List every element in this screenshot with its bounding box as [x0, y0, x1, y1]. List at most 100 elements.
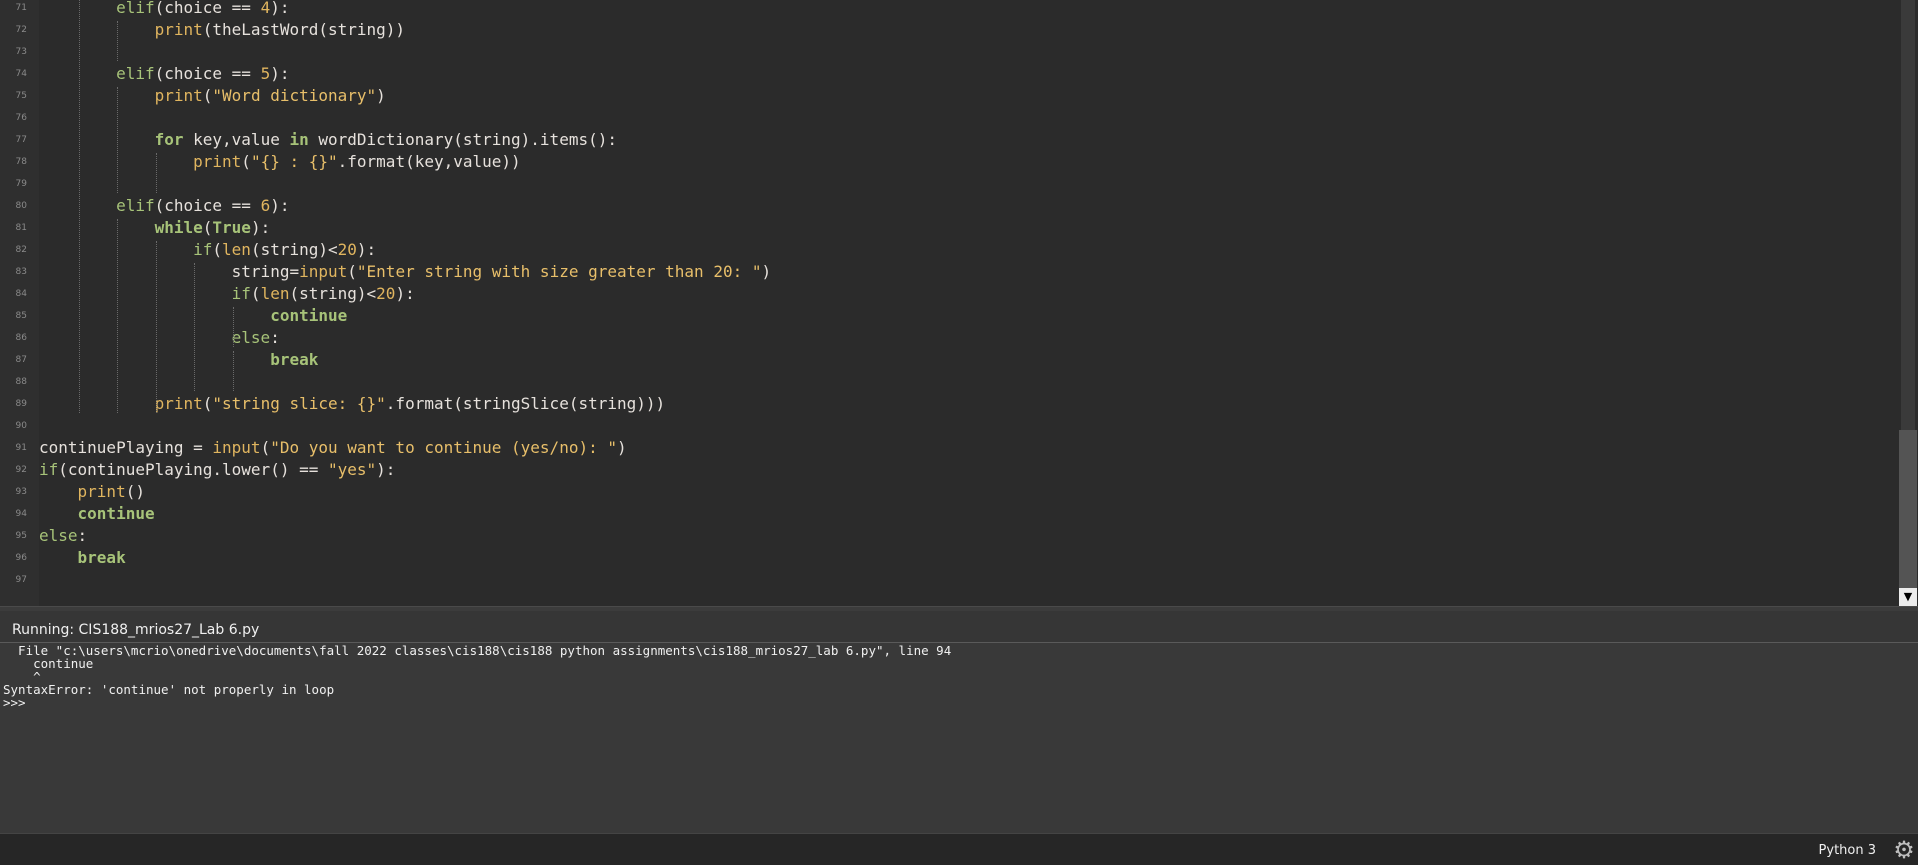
shell-output[interactable]: File "c:\users\mcrio\onedrive\documents\… [0, 643, 1918, 833]
code-line[interactable]: 81 while(True): [0, 217, 1898, 239]
code-token: else [231, 328, 271, 347]
code-line[interactable]: 88 [0, 371, 1898, 393]
code-token: (string)< [250, 240, 338, 259]
code-line[interactable]: 87 break [0, 349, 1898, 371]
code-token: break [77, 548, 126, 567]
code-token: len [260, 284, 290, 303]
gear-icon[interactable]: ⚙ [1892, 838, 1916, 862]
code-line[interactable]: 93 print() [0, 481, 1898, 503]
code-line[interactable]: 95 else: [0, 525, 1898, 547]
code-token: ( [202, 394, 213, 413]
code-token: ( [260, 438, 271, 457]
code-token: 20 [376, 284, 396, 303]
code-line[interactable]: 90 [0, 415, 1898, 437]
code-token: ( [250, 284, 261, 303]
code-text: continue [39, 503, 155, 525]
code-token: ): [270, 196, 290, 215]
scrollbar-thumb[interactable] [1899, 430, 1917, 588]
code-token: print [77, 482, 126, 501]
line-number: 89 [15, 399, 27, 409]
code-text: print("string slice: {}".format(stringSl… [39, 393, 666, 415]
code-token: (continuePlaying.lower() == [58, 460, 328, 479]
code-text: if(continuePlaying.lower() == "yes"): [39, 459, 395, 481]
code-line[interactable]: 84 if(len(string)<20): [0, 283, 1898, 305]
code-editor[interactable]: 71 elif(choice == 4): 72 print(theLastWor… [0, 0, 1898, 606]
code-line[interactable]: 82 if(len(string)<20): [0, 239, 1898, 261]
scroll-down-icon[interactable]: ▼ [1899, 588, 1917, 606]
line-number: 71 [15, 3, 27, 13]
line-number: 92 [15, 465, 27, 475]
code-line[interactable]: 73 [0, 41, 1898, 63]
code-line[interactable]: 74 elif(choice == 5): [0, 63, 1898, 85]
code-line[interactable]: 89 print("string slice: {}".format(strin… [0, 393, 1898, 415]
code-token: (theLastWord(string)) [202, 20, 406, 39]
line-number: 91 [15, 443, 27, 453]
code-token: "yes" [327, 460, 377, 479]
code-token: in [289, 130, 309, 149]
code-line[interactable]: 92 if(continuePlaying.lower() == "yes"): [0, 459, 1898, 481]
code-line[interactable]: 94 continue [0, 503, 1898, 525]
line-number: 74 [15, 69, 27, 79]
editor-vertical-scrollbar[interactable]: ▼ [1898, 0, 1918, 606]
scrollbar-track[interactable] [1901, 0, 1915, 430]
code-line[interactable]: 97 [0, 569, 1898, 591]
code-line[interactable]: 72 print(theLastWord(string)) [0, 19, 1898, 41]
line-number: 88 [15, 377, 27, 387]
code-token: else [39, 526, 78, 545]
line-number: 82 [15, 245, 27, 255]
line-number: 97 [15, 575, 27, 585]
code-text: print(theLastWord(string)) [39, 19, 405, 41]
code-token: True [212, 218, 251, 237]
code-token: break [270, 350, 319, 369]
code-line[interactable]: 96 break [0, 547, 1898, 569]
code-token: "{} : {}" [250, 152, 338, 171]
code-line[interactable]: 85 continue [0, 305, 1898, 327]
code-token: while [154, 218, 203, 237]
code-token: 5 [260, 64, 271, 83]
code-token: ): [250, 218, 271, 237]
line-number: 72 [15, 25, 27, 35]
line-number: 87 [15, 355, 27, 365]
code-text: elif(choice == 5): [39, 63, 289, 85]
indent-guide [155, 153, 157, 193]
code-token: "Enter string with size greater than 20:… [356, 262, 762, 281]
code-text: string=input("Enter string with size gre… [39, 261, 771, 283]
code-token: ) [616, 438, 627, 457]
code-line[interactable]: 80 elif(choice == 6): [0, 195, 1898, 217]
code-token: elif [116, 64, 155, 83]
code-token: len [222, 240, 251, 259]
code-token: (choice == [154, 196, 261, 215]
code-text: if(len(string)<20): [39, 239, 376, 261]
indent-guide [117, 21, 119, 61]
code-token: (choice == [154, 64, 261, 83]
code-line[interactable]: 75 print("Word dictionary") [0, 85, 1898, 107]
interpreter-label[interactable]: Python 3 [1819, 843, 1876, 858]
code-line[interactable]: 78 print("{} : {}".format(key,value)) [0, 151, 1898, 173]
code-line[interactable]: 76 [0, 107, 1898, 129]
shell-header: Running: CIS188_mrios27_Lab 6.py [0, 611, 1918, 642]
code-line[interactable]: 77 for key,value in wordDictionary(strin… [0, 129, 1898, 151]
line-number: 93 [15, 487, 27, 497]
code-token: 6 [260, 196, 271, 215]
code-token: (choice == [154, 0, 261, 17]
code-token: input [212, 438, 261, 457]
line-number: 96 [15, 553, 27, 563]
code-line[interactable]: 71 elif(choice == 4): [0, 0, 1898, 19]
code-line[interactable]: 79 [0, 173, 1898, 195]
code-line[interactable]: 86 else: [0, 327, 1898, 349]
code-line[interactable]: 83 string=input("Enter string with size … [0, 261, 1898, 283]
code-line[interactable]: 91 continuePlaying = input("Do you want t… [0, 437, 1898, 459]
code-token: ): [395, 284, 415, 303]
line-number: 77 [15, 135, 27, 145]
code-token: .format(key,value)) [337, 152, 521, 171]
shell-prompt[interactable]: >>> [3, 695, 33, 711]
code-text: while(True): [39, 217, 271, 239]
code-token: ): [376, 460, 396, 479]
code-token: if [193, 240, 213, 259]
code-token: if [39, 460, 59, 479]
